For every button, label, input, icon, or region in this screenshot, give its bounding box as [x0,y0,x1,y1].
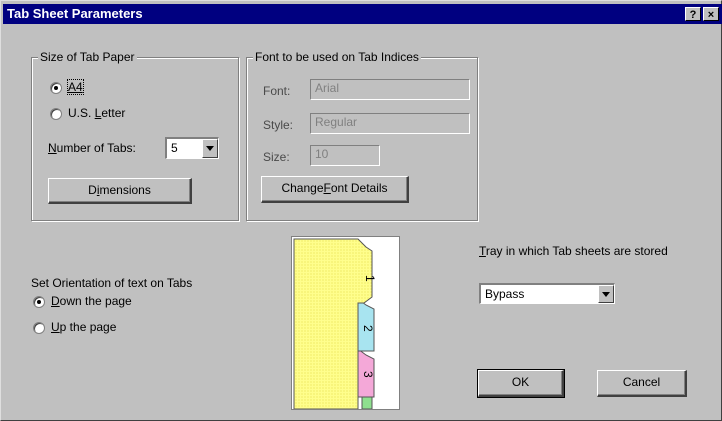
tab-number-1: 1 [363,275,377,282]
style-label: Style: [263,118,294,132]
number-of-tabs-value: 5 [171,141,178,155]
dialog-window: Tab Sheet Parameters ? × Size of Tab Pap… [0,0,722,421]
down-u: D [51,294,60,308]
tray-label: Tray in which Tab sheets are stored [479,244,668,258]
number-of-tabs-label-rest: umber of Tabs: [56,141,136,155]
chevron-down-icon[interactable] [202,139,218,158]
a4-label-text: A4 [68,80,83,94]
down-the-page-label[interactable]: Down the page [51,294,132,308]
us-letter-label[interactable]: U.S. Letter [68,106,125,120]
font-field: Arial [310,79,470,100]
ok-button[interactable]: OK [477,369,565,398]
help-button[interactable]: ? [685,7,701,21]
change-font-details-button[interactable]: Change Font Details [261,176,409,203]
a4-radio[interactable] [50,82,62,94]
change-font-pre: Change [281,181,324,195]
up-the-page-label[interactable]: Up the page [51,320,116,334]
tray-select[interactable]: Bypass [479,283,615,304]
font-label: Font: [263,84,291,98]
tab-number-3: 3 [361,371,375,378]
number-of-tabs-select[interactable]: 5 [165,137,219,159]
dimensions-button[interactable]: Dimensions [48,178,192,204]
window-title: Tab Sheet Parameters [7,6,143,21]
up-rest: p the page [59,320,117,334]
us-letter-text-pre: U.S. [68,106,95,120]
chevron-down-icon[interactable] [598,285,614,303]
up-the-page-radio[interactable] [33,322,45,334]
change-font-post: ont Details [330,181,388,195]
a4-label[interactable]: A4 [67,79,84,95]
number-of-tabs-label-u: N [48,141,57,155]
paper-size-group-label: Size of Tab Paper [38,50,137,64]
size-field: 10 [310,145,380,166]
dimensions-post: mensions [99,183,151,197]
tray-label-u: T [479,244,486,258]
down-the-page-radio[interactable] [33,296,45,308]
tray-label-rest: ray in which Tab sheets are stored [485,244,668,258]
dimensions-pre: D [88,183,97,197]
style-field: Regular [310,113,470,134]
font-group-label: Font to be used on Tab Indices [253,50,421,64]
cancel-button[interactable]: Cancel [597,370,687,397]
orientation-heading: Set Orientation of text on Tabs [31,276,193,290]
title-bar[interactable]: Tab Sheet Parameters ? × [3,4,722,24]
tab-number-2: 2 [361,325,375,332]
tab-sheet-preview: 1 2 3 [291,236,400,410]
tray-value: Bypass [485,287,525,301]
change-font-u: F [323,181,331,195]
number-of-tabs-label: Number of Tabs: [48,141,136,155]
down-rest: own the page [59,294,132,308]
us-letter-text-post: etter [101,106,126,120]
close-button[interactable]: × [703,7,719,21]
up-u: U [51,320,60,334]
us-letter-radio[interactable] [50,108,62,120]
size-label: Size: [263,150,290,164]
tab-sheet-illustration: 1 2 3 [293,238,377,410]
